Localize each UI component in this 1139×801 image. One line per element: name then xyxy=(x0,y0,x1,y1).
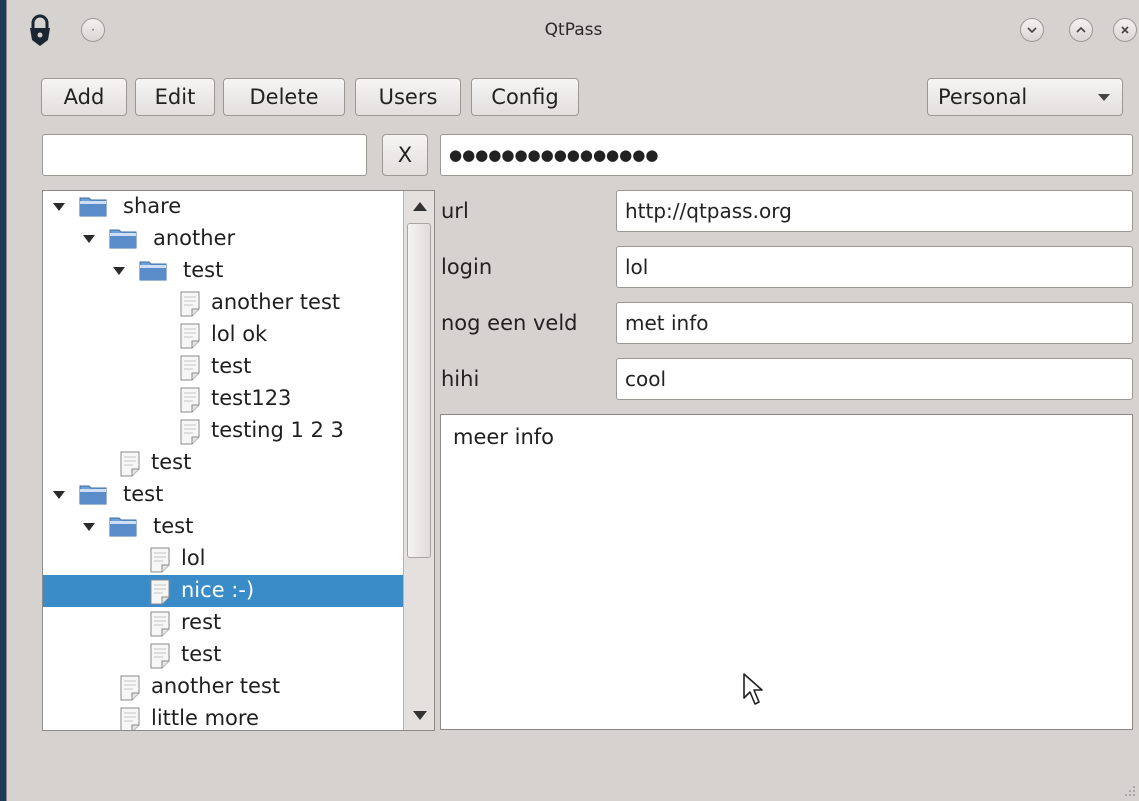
tree-item-label: share xyxy=(123,194,182,218)
scroll-thumb[interactable] xyxy=(407,223,431,558)
file-icon xyxy=(179,323,201,354)
scroll-down-button[interactable] xyxy=(404,700,434,730)
password-field[interactable]: ●●●●●●●●●●●●●●●● xyxy=(440,134,1133,176)
profile-select[interactable]: Personal xyxy=(927,78,1123,116)
tree-file-row[interactable]: nice :-) xyxy=(43,575,403,607)
tree-item-label: test xyxy=(183,258,224,282)
expand-arrow-icon[interactable] xyxy=(83,523,95,531)
mouse-pointer-icon xyxy=(743,673,763,705)
file-icon xyxy=(119,675,141,706)
tree-item-label: another xyxy=(153,226,236,250)
file-icon xyxy=(179,387,201,418)
tree-item-label: little more xyxy=(151,706,259,730)
close-button[interactable] xyxy=(1113,18,1137,42)
folder-icon xyxy=(139,259,167,286)
delete-button[interactable]: Delete xyxy=(223,78,345,116)
tree-folder-row[interactable]: share xyxy=(43,191,403,223)
tree-item-label: nice :-) xyxy=(181,578,255,602)
expand-arrow-icon[interactable] xyxy=(113,267,125,275)
close-icon xyxy=(1121,26,1129,34)
file-icon xyxy=(149,643,171,674)
scroll-up-button[interactable] xyxy=(404,191,434,221)
search-input[interactable] xyxy=(42,134,367,176)
tree-folder-row[interactable]: test xyxy=(43,255,403,287)
folder-icon xyxy=(79,483,107,510)
tree-item-label: test xyxy=(181,642,222,666)
tree-item-label: test xyxy=(153,514,194,538)
notes-text: meer info xyxy=(453,425,554,449)
users-button[interactable]: Users xyxy=(355,78,461,116)
field-label-nog-een-veld: nog een veld xyxy=(441,311,578,335)
field-value-url[interactable]: http://qtpass.org xyxy=(616,190,1133,232)
folder-icon xyxy=(109,515,137,542)
tree-file-row[interactable]: test xyxy=(43,447,403,479)
tree-file-row[interactable]: test xyxy=(43,639,403,671)
clear-search-button[interactable]: X xyxy=(382,134,428,176)
add-button[interactable]: Add xyxy=(41,78,127,116)
expand-arrow-icon[interactable] xyxy=(53,491,65,499)
field-value-nog-een-veld[interactable]: met info xyxy=(616,302,1133,344)
dropdown-arrow-icon xyxy=(1098,94,1110,101)
tree-item-label: testing 1 2 3 xyxy=(211,418,344,442)
file-icon xyxy=(179,355,201,386)
field-label-url: url xyxy=(441,199,469,223)
folder-icon xyxy=(79,195,107,222)
field-label-login: login xyxy=(441,255,493,279)
tree-folder-row[interactable]: another xyxy=(43,223,403,255)
file-icon xyxy=(149,611,171,642)
tree-file-row[interactable]: test xyxy=(43,351,403,383)
tree-item-label: test xyxy=(211,354,252,378)
tree-file-row[interactable]: little more xyxy=(43,703,403,730)
expand-arrow-icon[interactable] xyxy=(53,203,65,211)
tree-item-label: another test xyxy=(151,674,281,698)
edit-button[interactable]: Edit xyxy=(135,78,215,116)
triangle-down-icon xyxy=(412,710,427,720)
tree-item-label: lol ok xyxy=(211,322,268,346)
tree-scrollbar[interactable] xyxy=(403,191,434,730)
resize-grip-icon[interactable] xyxy=(1124,785,1136,797)
triangle-up-icon xyxy=(412,201,427,211)
field-value-login[interactable]: lol xyxy=(616,246,1133,288)
tree-item-label: test xyxy=(151,450,192,474)
expand-arrow-icon[interactable] xyxy=(83,235,95,243)
title-bar[interactable]: · QtPass xyxy=(7,0,1139,60)
profile-select-value: Personal xyxy=(938,85,1028,109)
file-icon xyxy=(179,419,201,450)
file-icon xyxy=(149,547,171,578)
tree-file-row[interactable]: another test xyxy=(43,287,403,319)
file-icon xyxy=(119,707,141,730)
tree-file-row[interactable]: test123 xyxy=(43,383,403,415)
chevron-up-icon xyxy=(1076,26,1086,33)
field-value-hihi[interactable]: cool xyxy=(616,358,1133,400)
tree-item-label: test xyxy=(123,482,164,506)
tree-item-label: test123 xyxy=(211,386,292,410)
field-label-hihi: hihi xyxy=(441,367,480,391)
tree-folder-row[interactable]: test xyxy=(43,479,403,511)
tree-file-row[interactable]: rest xyxy=(43,607,403,639)
tree-folder-row[interactable]: test xyxy=(43,511,403,543)
password-tree[interactable]: share another test another test lol ok test te… xyxy=(42,190,435,731)
tree-item-label: rest xyxy=(181,610,222,634)
tree-file-row[interactable]: lol xyxy=(43,543,403,575)
file-icon xyxy=(149,579,171,610)
tree-file-row[interactable]: lol ok xyxy=(43,319,403,351)
minimize-button[interactable] xyxy=(1020,18,1044,42)
notes-textarea[interactable]: meer info xyxy=(440,414,1133,730)
chevron-down-icon xyxy=(1027,27,1037,34)
tree-file-row[interactable]: another test xyxy=(43,671,403,703)
file-icon xyxy=(179,291,201,322)
qtpass-window: · QtPass Add Edit Delete Users Config Pe… xyxy=(6,0,1139,801)
tree-file-row[interactable]: testing 1 2 3 xyxy=(43,415,403,447)
folder-icon xyxy=(109,227,137,254)
window-title: QtPass xyxy=(544,20,603,40)
maximize-button[interactable] xyxy=(1069,18,1093,42)
config-button[interactable]: Config xyxy=(471,78,579,116)
tree-item-label: lol xyxy=(181,546,206,570)
tree-item-label: another test xyxy=(211,290,341,314)
file-icon xyxy=(119,451,141,482)
